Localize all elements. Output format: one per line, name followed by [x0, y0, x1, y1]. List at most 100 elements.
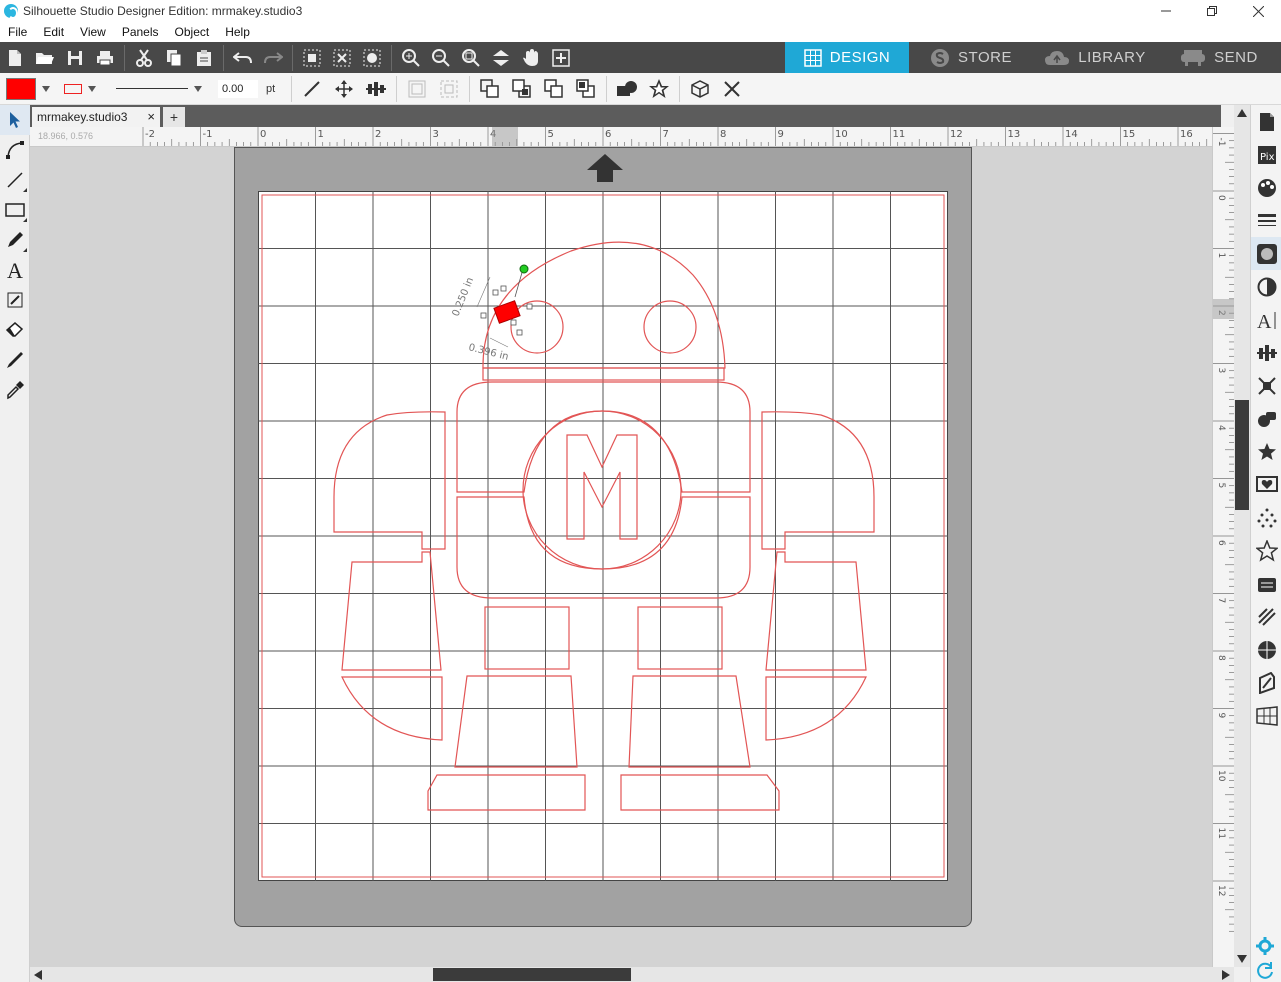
dotted-pattern-icon[interactable] — [1251, 501, 1281, 534]
select-arrow-icon[interactable] — [0, 105, 30, 135]
delete-x-icon[interactable] — [716, 74, 748, 104]
eraser-icon[interactable] — [0, 315, 30, 345]
line-color-swatch[interactable] — [64, 83, 82, 94]
zoom-in-icon[interactable] — [396, 43, 426, 73]
fill-color-dropdown-icon[interactable] — [42, 85, 50, 92]
library-heart-icon[interactable] — [1251, 468, 1281, 501]
hand-icon[interactable] — [516, 43, 546, 73]
replicate-panel-icon[interactable] — [1251, 633, 1281, 666]
scroll-left-icon[interactable] — [30, 967, 46, 982]
fill-color-swatch[interactable] — [6, 77, 36, 100]
pencil-icon[interactable] — [0, 225, 30, 255]
image-effects-icon[interactable] — [1251, 237, 1281, 270]
select-all-icon[interactable] — [297, 43, 327, 73]
weld-icon[interactable] — [611, 74, 643, 104]
menu-help[interactable]: Help — [217, 25, 258, 39]
menu-view[interactable]: View — [72, 25, 114, 39]
zoom-out-icon[interactable] — [426, 43, 456, 73]
resize-handle[interactable] — [480, 312, 487, 319]
new-document-icon[interactable] — [0, 43, 30, 73]
tab-library[interactable]: LIBRARY — [1033, 42, 1157, 73]
paste-icon[interactable] — [189, 43, 219, 73]
pen-panel-icon[interactable] — [1251, 666, 1281, 699]
rotate-handle[interactable] — [519, 264, 529, 274]
align-panel-icon[interactable] — [1251, 336, 1281, 369]
resize-handle[interactable] — [500, 285, 507, 292]
transparency-icon[interactable] — [1251, 270, 1281, 303]
fit-to-page-icon[interactable] — [546, 43, 576, 73]
design-canvas[interactable]: 0.250 in 0.396 in — [30, 147, 1212, 967]
sketch-icon[interactable] — [0, 285, 30, 315]
copy-icon[interactable] — [159, 43, 189, 73]
menu-file[interactable]: File — [0, 25, 35, 39]
point-edit-icon[interactable] — [0, 135, 30, 165]
tab-design[interactable]: DESIGN — [785, 42, 909, 73]
trace-icon[interactable] — [1251, 567, 1281, 600]
vertical-scroll-thumb[interactable] — [1235, 400, 1249, 510]
print-icon[interactable] — [90, 43, 120, 73]
line-width-input[interactable]: 0.00 — [218, 79, 258, 98]
close-button[interactable] — [1235, 0, 1281, 22]
add-tab-button[interactable]: + — [163, 107, 185, 127]
offset-star-icon[interactable] — [643, 74, 675, 104]
fill-color-icon[interactable] — [1251, 171, 1281, 204]
zoom-select-icon[interactable] — [456, 43, 486, 73]
resize-handle[interactable] — [516, 329, 523, 336]
modify-panel-icon[interactable] — [1251, 402, 1281, 435]
replicate-icon[interactable] — [684, 74, 716, 104]
ungroup-icon[interactable] — [433, 74, 465, 104]
close-tab-button[interactable]: × — [147, 109, 155, 124]
move-icon[interactable] — [328, 74, 360, 104]
deselect-icon[interactable] — [327, 43, 357, 73]
knife-icon[interactable] — [0, 345, 30, 375]
horizontal-scrollbar[interactable] — [30, 967, 1234, 982]
tab-send[interactable]: SEND — [1157, 42, 1281, 73]
text-style-icon[interactable]: A — [1251, 303, 1281, 336]
eyedropper-icon[interactable] — [0, 375, 30, 405]
send-backward-icon[interactable] — [570, 74, 602, 104]
line-style-icon[interactable] — [1251, 204, 1281, 237]
minimize-button[interactable] — [1143, 0, 1189, 22]
line-tool-icon[interactable] — [296, 74, 328, 104]
vertical-scrollbar[interactable] — [1234, 105, 1250, 967]
bring-forward-icon[interactable] — [538, 74, 570, 104]
menu-panels[interactable]: Panels — [114, 25, 167, 39]
scroll-down-icon[interactable] — [1234, 951, 1250, 967]
page-setup-icon[interactable] — [1251, 105, 1281, 138]
star-outline-icon[interactable] — [1251, 534, 1281, 567]
send-to-back-icon[interactable] — [506, 74, 538, 104]
refresh-icon[interactable] — [1256, 961, 1274, 982]
star-fill-icon[interactable] — [1251, 435, 1281, 468]
line-icon[interactable] — [0, 165, 30, 195]
menu-edit[interactable]: Edit — [35, 25, 72, 39]
rectangle-icon[interactable] — [0, 195, 30, 225]
grid-panel-icon[interactable] — [1251, 699, 1281, 732]
pan-down-icon[interactable] — [486, 43, 516, 73]
resize-handle[interactable] — [492, 289, 499, 296]
horizontal-scroll-thumb[interactable] — [433, 968, 631, 981]
resize-handle[interactable] — [526, 303, 533, 310]
text-icon[interactable]: A — [0, 255, 30, 285]
line-color-dropdown-icon[interactable] — [88, 85, 96, 92]
line-style-preview[interactable] — [116, 88, 188, 89]
menu-object[interactable]: Object — [167, 25, 218, 39]
save-icon[interactable] — [60, 43, 90, 73]
sketch-fill-icon[interactable] — [1251, 600, 1281, 633]
line-style-dropdown-icon[interactable] — [194, 85, 202, 92]
open-folder-icon[interactable] — [30, 43, 60, 73]
offset-panel-icon[interactable] — [1251, 369, 1281, 402]
resize-handle[interactable] — [510, 319, 517, 326]
pixscan-icon[interactable]: Pix — [1251, 138, 1281, 171]
document-tab[interactable]: mrmakey.studio3 × — [32, 107, 160, 127]
scroll-up-icon[interactable] — [1234, 105, 1250, 121]
bring-to-front-icon[interactable] — [474, 74, 506, 104]
tab-store[interactable]: STORE — [909, 42, 1033, 73]
settings-gear-icon[interactable] — [1256, 937, 1274, 960]
edit-points-icon[interactable] — [357, 43, 387, 73]
group-icon[interactable] — [401, 74, 433, 104]
scroll-right-icon[interactable] — [1218, 967, 1234, 982]
align-icon[interactable] — [360, 74, 392, 104]
cut-icon[interactable] — [129, 43, 159, 73]
redo-icon[interactable] — [258, 43, 288, 73]
undo-icon[interactable] — [228, 43, 258, 73]
